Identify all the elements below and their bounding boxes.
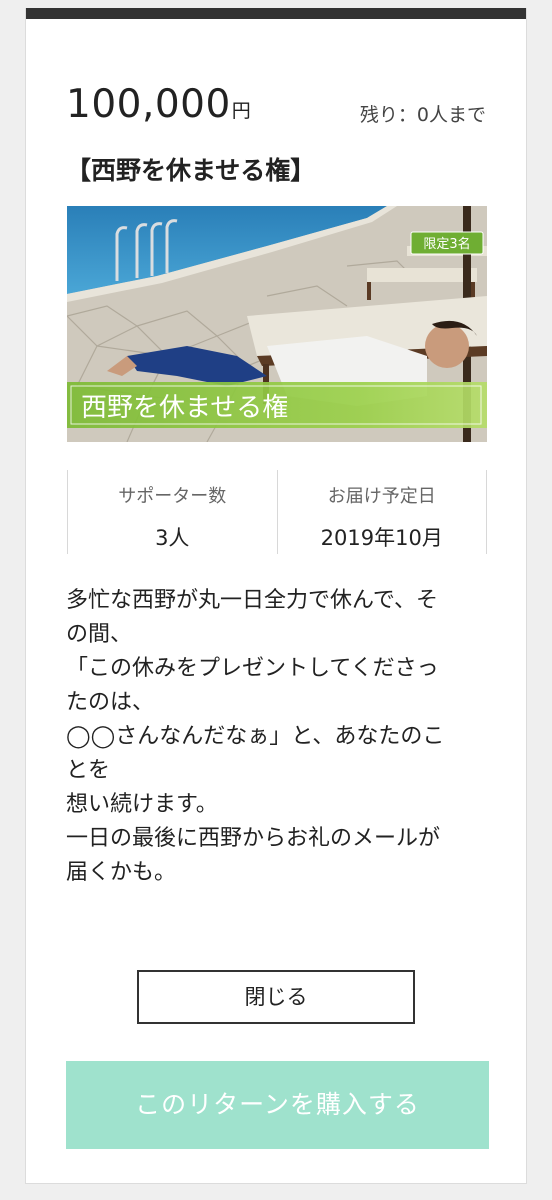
price-value: 100,000 [66, 82, 231, 127]
description-line: の間、 [66, 622, 133, 647]
purchase-reward-button[interactable]: このリターンを購入する [66, 1061, 489, 1149]
supporter-count: サポーター数 3人 [68, 470, 277, 554]
reward-image: 限定3名 西野を休ませる権 [67, 206, 487, 442]
description-line: とを [66, 758, 111, 783]
description-line: ◯◯さんなんだなぁ」と、あなたのこ [66, 724, 445, 749]
description-line: 届くかも。 [66, 860, 177, 885]
supporter-count-value: 3人 [155, 526, 190, 550]
reward-description: 多忙な西野が丸一日全力で休んで、そ の間、 「この休みをプレゼントしてくださっ … [66, 584, 490, 890]
supporter-count-label: サポーター数 [118, 486, 227, 507]
price-unit: 円 [231, 100, 251, 122]
description-line: たのは、 [66, 690, 155, 715]
description-line: 多忙な西野が丸一日全力で休んで、そ [66, 588, 439, 613]
close-button[interactable]: 閉じる [137, 970, 415, 1024]
modal-top-bar [26, 8, 526, 19]
description-line: 想い続けます。 [66, 792, 218, 817]
delivery-date-label: お届け予定日 [327, 486, 436, 507]
limited-badge: 限定3名 [423, 236, 470, 252]
reward-modal: 100,000円 残り：0人まで 【西野を休ませる権】 限定3名 西野を休ませる… [25, 8, 527, 1184]
delivery-date: お届け予定日 2019年10月 [276, 470, 487, 554]
image-caption: 西野を休ませる権 [81, 393, 288, 423]
reward-title: 【西野を休ませる権】 [66, 156, 316, 185]
price: 100,000円 [66, 82, 251, 127]
remaining-count: 残り：0人まで [359, 104, 486, 126]
page: 100,000円 残り：0人まで 【西野を休ませる権】 限定3名 西野を休ませる… [0, 0, 552, 1200]
description-line: 一日の最後に西野からお礼のメールが [66, 826, 441, 851]
description-line: 「この休みをプレゼントしてくださっ [66, 656, 439, 681]
reward-stats: サポーター数 3人 お届け予定日 2019年10月 [67, 470, 487, 554]
delivery-date-value: 2019年10月 [320, 526, 443, 550]
reward-photo-illustration: 限定3名 西野を休ませる権 [67, 206, 487, 442]
